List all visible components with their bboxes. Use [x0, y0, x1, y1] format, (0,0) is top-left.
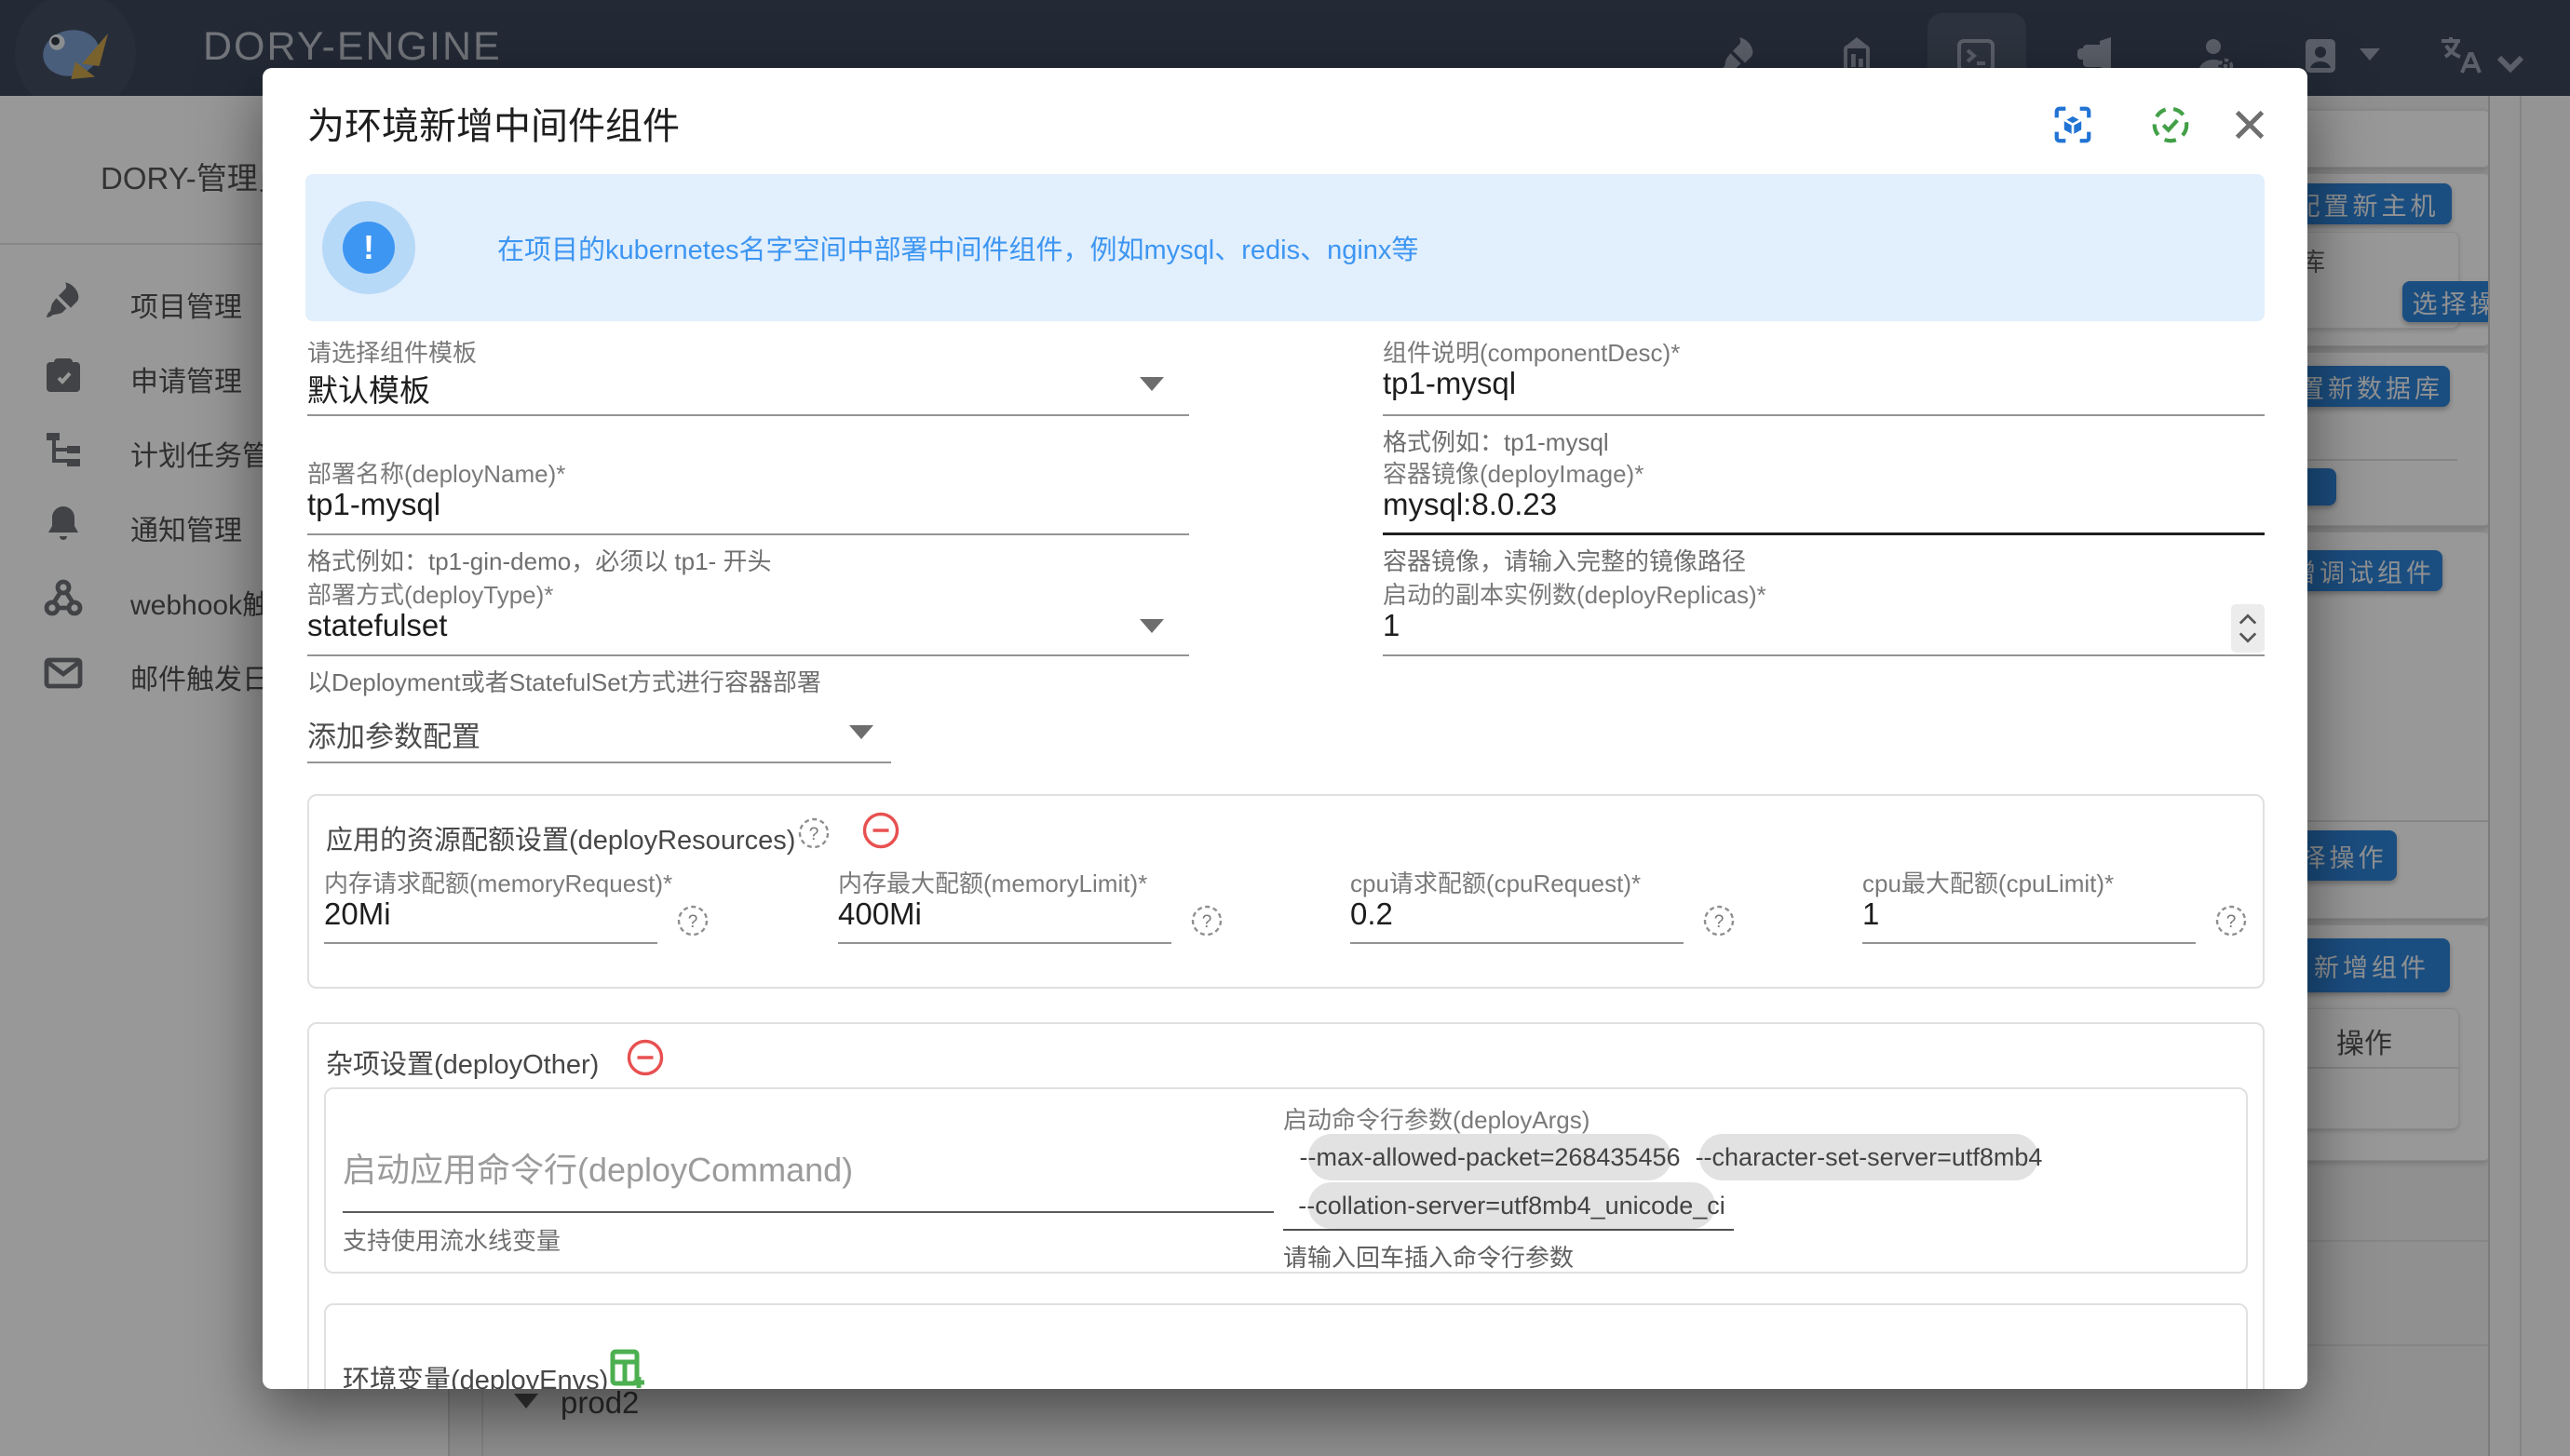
help-icon[interactable]: ?: [797, 816, 831, 850]
deploy-image-hint: 容器镜像，请输入完整的镜像路径: [1383, 543, 1746, 577]
cpu-limit-input[interactable]: 1: [1862, 897, 1879, 932]
deploy-name-label: 部署名称(deployName)*: [307, 455, 565, 490]
number-stepper[interactable]: [2231, 604, 2265, 653]
input-underline-focused: [1383, 533, 2265, 535]
arg-chip[interactable]: --collation-server=utf8mb4_unicode_ci: [1308, 1182, 1715, 1229]
svg-text:?: ?: [809, 825, 819, 844]
deploy-image-label: 容器镜像(deployImage)*: [1383, 455, 1643, 490]
input-underline: [1383, 414, 2265, 416]
help-icon[interactable]: ?: [1702, 904, 1736, 937]
cpu-request-label: cpu请求配额(cpuRequest)*: [1350, 865, 1641, 899]
info-icon: !: [322, 201, 415, 294]
svg-text:?: ?: [1202, 912, 1212, 932]
deploy-command-input[interactable]: 启动应用命令行(deployCommand): [343, 1143, 853, 1192]
deploy-command-hint: 支持使用流水线变量: [343, 1222, 561, 1257]
deploy-replicas-input[interactable]: 1: [1383, 608, 1400, 643]
chevron-down-icon[interactable]: [1140, 377, 1164, 391]
deploy-replicas-label: 启动的副本实例数(deployReplicas)*: [1383, 576, 1766, 611]
info-alert: ! 在项目的kubernetes名字空间中部署中间件组件，例如mysql、red…: [305, 174, 2265, 321]
deploy-type-hint: 以Deployment或者StatefulSet方式进行容器部署: [307, 664, 821, 698]
svg-text:?: ?: [688, 912, 698, 932]
svg-text:?: ?: [2226, 912, 2237, 932]
remove-resources-icon[interactable]: [861, 811, 900, 850]
deploy-envs-title: 环境变量(deployEnvs): [343, 1358, 608, 1389]
deploy-type-label: 部署方式(deployType)*: [307, 576, 553, 611]
chevron-down-icon[interactable]: [2238, 630, 2258, 645]
chevron-down-icon[interactable]: [849, 725, 873, 739]
template-select-value[interactable]: 默认模板: [307, 366, 430, 411]
component-desc-hint: 格式例如：tp1-mysql: [1383, 424, 1609, 458]
deploy-resources-title: 应用的资源配额设置(deployResources): [326, 818, 795, 857]
close-icon[interactable]: [2228, 103, 2271, 146]
help-icon[interactable]: ?: [2214, 904, 2248, 937]
check-circle-icon[interactable]: [2149, 103, 2192, 146]
input-underline: [1862, 942, 2196, 944]
cpu-request-input[interactable]: 0.2: [1350, 897, 1393, 932]
chevron-down-icon[interactable]: [1140, 619, 1164, 633]
remove-other-icon[interactable]: [626, 1038, 665, 1077]
deploy-other-title: 杂项设置(deployOther): [326, 1043, 599, 1082]
deploy-args-label: 启动命令行参数(deployArgs): [1283, 1101, 1589, 1136]
add-middleware-dialog: 为环境新增中间件组件 ! 在项目的kubernetes名字空间中部署中间件组件，…: [263, 68, 2307, 1389]
memory-request-input[interactable]: 20Mi: [324, 897, 391, 932]
memory-limit-label: 内存最大配额(memoryLimit)*: [838, 865, 1147, 899]
input-underline: [307, 414, 1189, 416]
dialog-title: 为环境新增中间件组件: [307, 96, 680, 150]
alert-message: 在项目的kubernetes名字空间中部署中间件组件，例如mysql、redis…: [497, 174, 1418, 321]
deploy-type-value[interactable]: statefulset: [307, 608, 447, 643]
input-underline: [343, 1211, 1274, 1213]
screen: DORY-ENGINE: [0, 0, 2570, 1456]
table-add-icon[interactable]: [605, 1346, 650, 1389]
add-param-select[interactable]: 添加参数配置: [307, 713, 480, 755]
deploy-args-hint: 请输入回车插入命令行参数: [1283, 1239, 1574, 1274]
help-icon[interactable]: ?: [1190, 904, 1224, 937]
input-underline: [1383, 654, 2265, 656]
help-icon[interactable]: ?: [676, 904, 710, 937]
input-underline: [1283, 1229, 1734, 1231]
component-desc-label: 组件说明(componentDesc)*: [1383, 334, 1680, 369]
template-select-label: 请选择组件模板: [307, 334, 477, 369]
input-underline: [307, 654, 1189, 656]
cube-scan-icon[interactable]: [2051, 103, 2094, 146]
deploy-name-hint: 格式例如：tp1-gin-demo，必须以 tp1- 开头: [307, 543, 771, 577]
memory-limit-input[interactable]: 400Mi: [838, 897, 922, 932]
arg-chip[interactable]: --max-allowed-packet=268435456: [1308, 1134, 1671, 1180]
arg-chip[interactable]: --character-set-server=utf8mb4: [1699, 1134, 2038, 1180]
input-underline: [1350, 942, 1684, 944]
component-desc-input[interactable]: tp1-mysql: [1383, 366, 1516, 401]
input-underline: [324, 942, 657, 944]
input-underline: [838, 942, 1171, 944]
deploy-image-input[interactable]: mysql:8.0.23: [1383, 487, 1557, 522]
chevron-up-icon[interactable]: [2238, 612, 2258, 627]
cpu-limit-label: cpu最大配额(cpuLimit)*: [1862, 865, 2114, 899]
svg-text:?: ?: [1714, 912, 1725, 932]
memory-request-label: 内存请求配额(memoryRequest)*: [324, 865, 672, 899]
input-underline: [307, 762, 891, 763]
deploy-name-input[interactable]: tp1-mysql: [307, 487, 440, 522]
input-underline: [307, 533, 1189, 535]
